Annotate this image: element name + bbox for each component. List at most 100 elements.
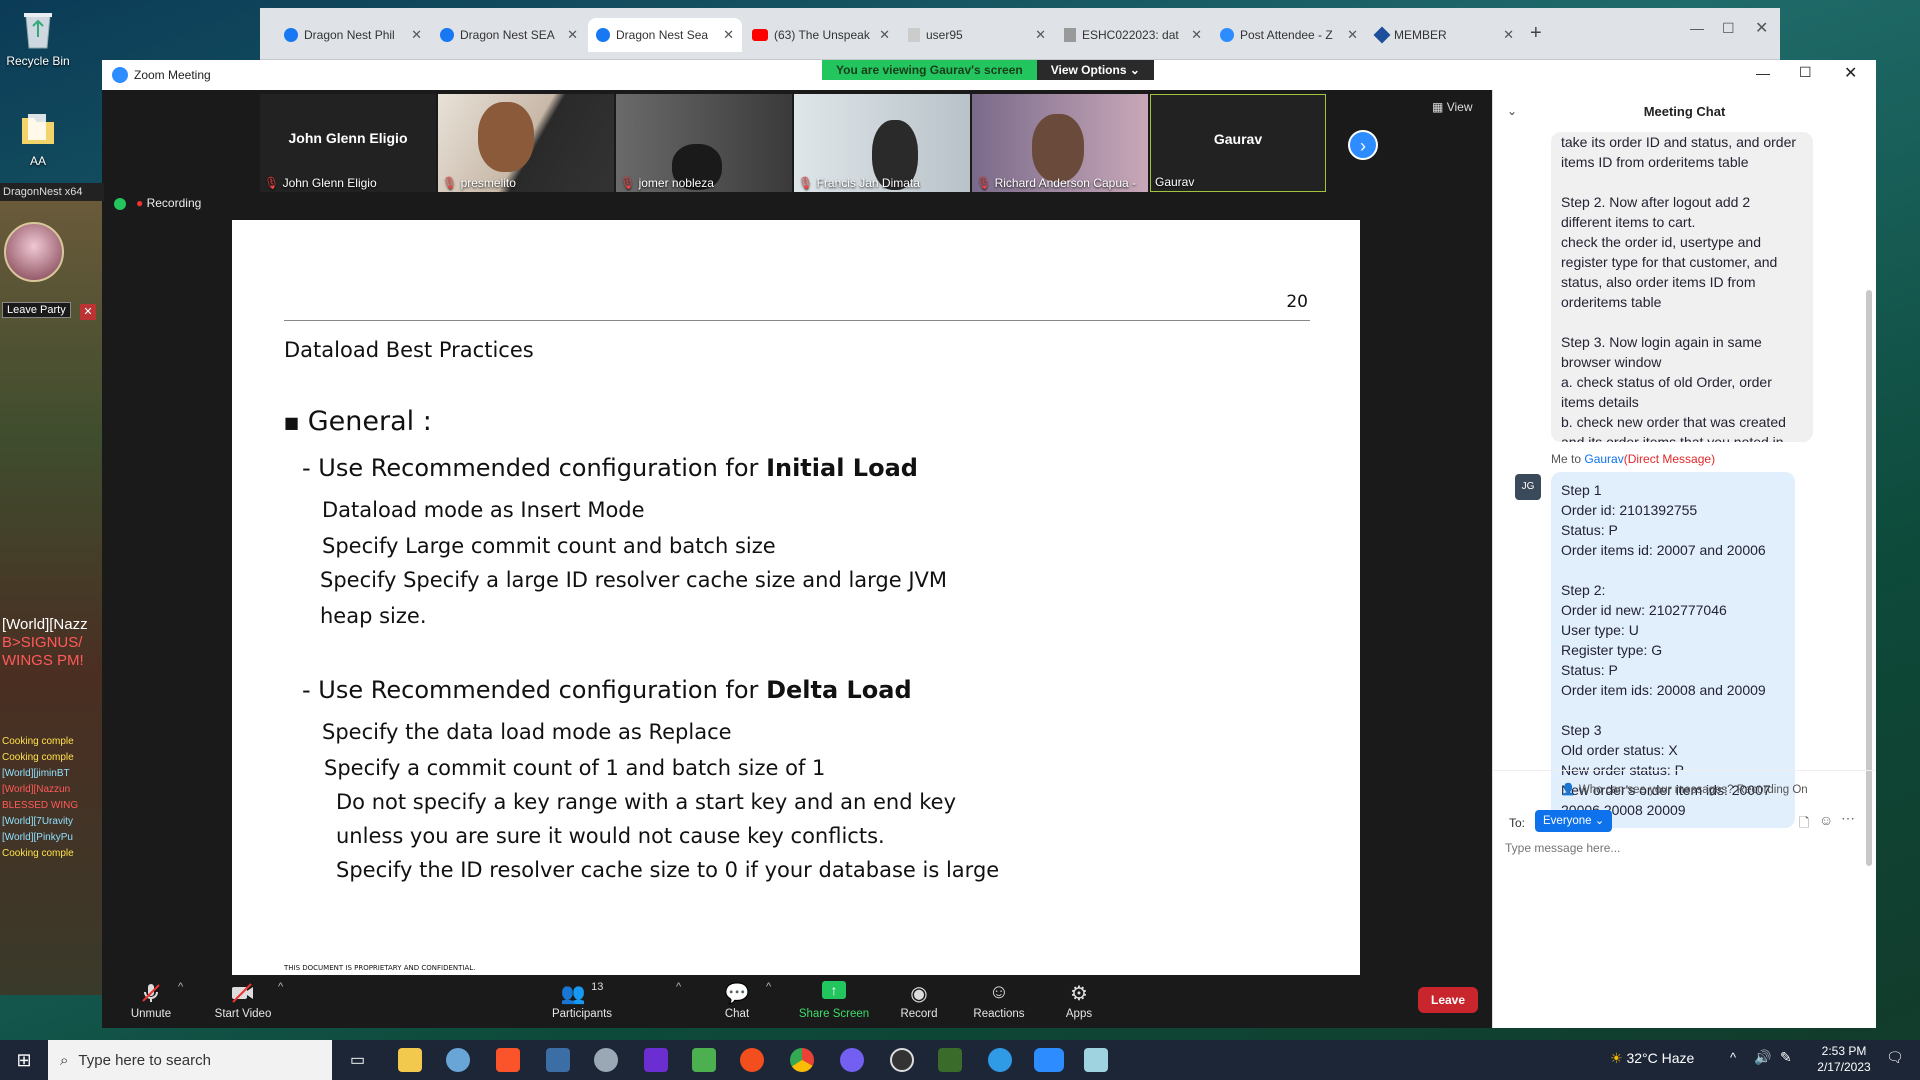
obs-icon[interactable] xyxy=(890,1048,914,1072)
participants-chevron-icon[interactable]: ^ xyxy=(676,981,681,993)
folder-icon xyxy=(22,114,54,144)
close-tab-icon[interactable]: ✕ xyxy=(567,27,578,43)
close-tab-icon[interactable]: ✕ xyxy=(1347,27,1358,43)
close-tab-icon[interactable]: ✕ xyxy=(723,27,734,43)
slide-general-heading: ■ General : xyxy=(284,406,432,437)
minimize-icon[interactable]: — xyxy=(1756,65,1770,81)
browser-tab[interactable]: (63) The Unspeak ✕ xyxy=(744,18,898,52)
chrome-icon[interactable] xyxy=(790,1048,814,1072)
log-line-8: Cooking comple xyxy=(2,848,74,859)
browser-icon[interactable] xyxy=(988,1048,1012,1072)
next-page-button[interactable]: › xyxy=(1348,130,1378,160)
delta-line: Specify the ID resolver cache size to 0 … xyxy=(336,858,1000,882)
chat-message-input[interactable] xyxy=(1505,836,1855,860)
tab-label: ESHC022023: dat xyxy=(1082,28,1179,42)
close-tab-icon[interactable]: ✕ xyxy=(1191,27,1202,43)
recycle-bin-desktop-icon[interactable]: Recycle Bin xyxy=(6,8,70,68)
app-icon[interactable] xyxy=(594,1048,618,1072)
recipient-name[interactable]: Gaurav xyxy=(1584,452,1623,466)
chat-button[interactable]: 💬 Chat xyxy=(702,981,772,1020)
file-icon[interactable]: 🗋 xyxy=(1799,814,1809,836)
participant-tile[interactable]: 🎙 Francis Jan Dimata xyxy=(794,94,970,192)
view-options-button[interactable]: View Options ⌄ xyxy=(1036,60,1154,80)
more-icon[interactable]: ⋯ xyxy=(1841,810,1855,827)
photos-icon[interactable] xyxy=(546,1048,570,1072)
close-tab-icon[interactable]: ✕ xyxy=(411,27,422,43)
close-tab-icon[interactable]: ✕ xyxy=(879,27,890,43)
facebook-icon xyxy=(440,28,454,42)
record-label: Record xyxy=(900,1008,938,1020)
start-video-button[interactable]: Start Video xyxy=(208,981,278,1020)
chat-chevron-icon[interactable]: ^ xyxy=(766,981,771,993)
leave-party-button[interactable]: Leave Party xyxy=(2,302,71,318)
reactions-button[interactable]: ☺ Reactions xyxy=(964,981,1034,1020)
share-screen-label: Share Screen xyxy=(798,1008,870,1020)
apps-button[interactable]: ⚙ Apps xyxy=(1044,981,1114,1020)
recipient-dropdown[interactable]: Everyone ⌄ xyxy=(1535,810,1613,832)
close-tab-icon[interactable]: ✕ xyxy=(1035,27,1046,43)
unmute-button[interactable]: Unmute xyxy=(116,981,186,1020)
browser-tab[interactable]: Post Attendee - Z ✕ xyxy=(1212,18,1366,52)
leave-button[interactable]: Leave xyxy=(1418,987,1478,1013)
minimize-icon[interactable]: — xyxy=(1690,20,1704,36)
maximize-icon[interactable]: ☐ xyxy=(1799,64,1812,81)
tray-chevron-icon[interactable]: ^ xyxy=(1730,1050,1736,1065)
chat-scrollbar[interactable] xyxy=(1866,290,1872,866)
participant-tile[interactable]: 🎙 presmelito xyxy=(438,94,614,192)
game-launcher-icon[interactable] xyxy=(938,1048,962,1072)
browser-tab[interactable]: ESHC022023: dat ✕ xyxy=(1056,18,1210,52)
file-explorer-icon[interactable] xyxy=(398,1048,422,1072)
participants-button[interactable]: 👥 13 Participants xyxy=(542,981,622,1020)
log-line-3: [World][jiminBT xyxy=(2,768,70,779)
audio-options-chevron-icon[interactable]: ^ xyxy=(178,981,183,993)
video-options-chevron-icon[interactable]: ^ xyxy=(278,981,283,993)
participant-tile[interactable]: 🎙 jomer nobleza xyxy=(616,94,792,192)
close-tab-icon[interactable]: ✕ xyxy=(1503,27,1514,43)
notepad-icon[interactable] xyxy=(692,1048,716,1072)
participant-tile[interactable]: 🎙 Richard Anderson Capua - xyxy=(972,94,1148,192)
muted-mic-icon: 🎙 xyxy=(976,176,992,190)
initial-line: heap size. xyxy=(320,604,427,628)
browser-tab[interactable]: user95 ✕ xyxy=(900,18,1054,52)
zoom-taskbar-icon[interactable] xyxy=(1034,1048,1064,1072)
start-button[interactable]: ⊞ xyxy=(0,1040,48,1080)
folder-desktop-icon[interactable]: AA xyxy=(6,108,70,168)
participant-tile[interactable]: John Glenn Eligio 🎙 John Glenn Eligio xyxy=(260,94,436,192)
figma-icon[interactable] xyxy=(740,1048,764,1072)
participant-tile-active-speaker[interactable]: Gaurav Gaurav xyxy=(1150,94,1326,192)
close-party-icon[interactable]: ✕ xyxy=(80,304,96,320)
leave-label: Leave xyxy=(1430,993,1466,1007)
share-screen-button[interactable]: ↑ Share Screen xyxy=(794,981,874,1020)
clock[interactable]: 2:53 PM 2/17/2023 xyxy=(1808,1043,1880,1075)
app-icon[interactable] xyxy=(446,1048,470,1072)
browser-tab[interactable]: Dragon Nest Phil ✕ xyxy=(276,18,430,52)
volume-icon[interactable]: 🔊 xyxy=(1754,1049,1771,1066)
slide-page-number: 20 xyxy=(1286,292,1308,312)
record-button[interactable]: ◉ Record xyxy=(884,981,954,1020)
app-icon[interactable] xyxy=(1084,1048,1108,1072)
browser-tab[interactable]: Dragon Nest SEA ✕ xyxy=(432,18,586,52)
close-icon[interactable]: ✕ xyxy=(1844,63,1857,83)
game-window[interactable]: Leave Party ✕ [World][Nazz B>SIGNUS/ WIN… xyxy=(0,200,104,995)
security-shield-icon xyxy=(114,198,126,210)
privacy-note[interactable]: 👤 Who can see your messages? Recording O… xyxy=(1493,782,1876,796)
tab-label: Post Attendee - Z xyxy=(1240,28,1333,42)
taskbar-search-box[interactable]: ⌕ Type here to search xyxy=(48,1040,332,1080)
brave-browser-icon[interactable] xyxy=(496,1048,520,1072)
maximize-icon[interactable]: ☐ xyxy=(1722,20,1735,37)
weather-widget[interactable]: ☀ 32°C Haze xyxy=(1610,1050,1694,1067)
intellij-icon[interactable] xyxy=(644,1048,668,1072)
browser-tab-active[interactable]: Dragon Nest Sea ✕ xyxy=(588,18,742,52)
participant-name-text: Richard Anderson Capua - xyxy=(994,176,1136,190)
new-tab-button[interactable]: + xyxy=(1530,22,1542,45)
browser-tab[interactable]: MEMBER ✕ xyxy=(1368,18,1522,52)
zoom-window: Zoom Meeting — ☐ ✕ You are viewing Gaura… xyxy=(102,60,1876,1028)
pen-icon[interactable]: ✎ xyxy=(1780,1049,1792,1066)
notification-icon[interactable]: 🗨 xyxy=(1886,1049,1904,1066)
facebook-icon xyxy=(284,28,298,42)
view-button[interactable]: ▦ View xyxy=(1432,100,1472,114)
task-view-icon[interactable]: ▭ xyxy=(350,1050,365,1070)
viber-icon[interactable] xyxy=(840,1048,864,1072)
emoji-icon[interactable]: ☺ xyxy=(1819,812,1833,828)
close-icon[interactable]: ✕ xyxy=(1755,18,1768,38)
